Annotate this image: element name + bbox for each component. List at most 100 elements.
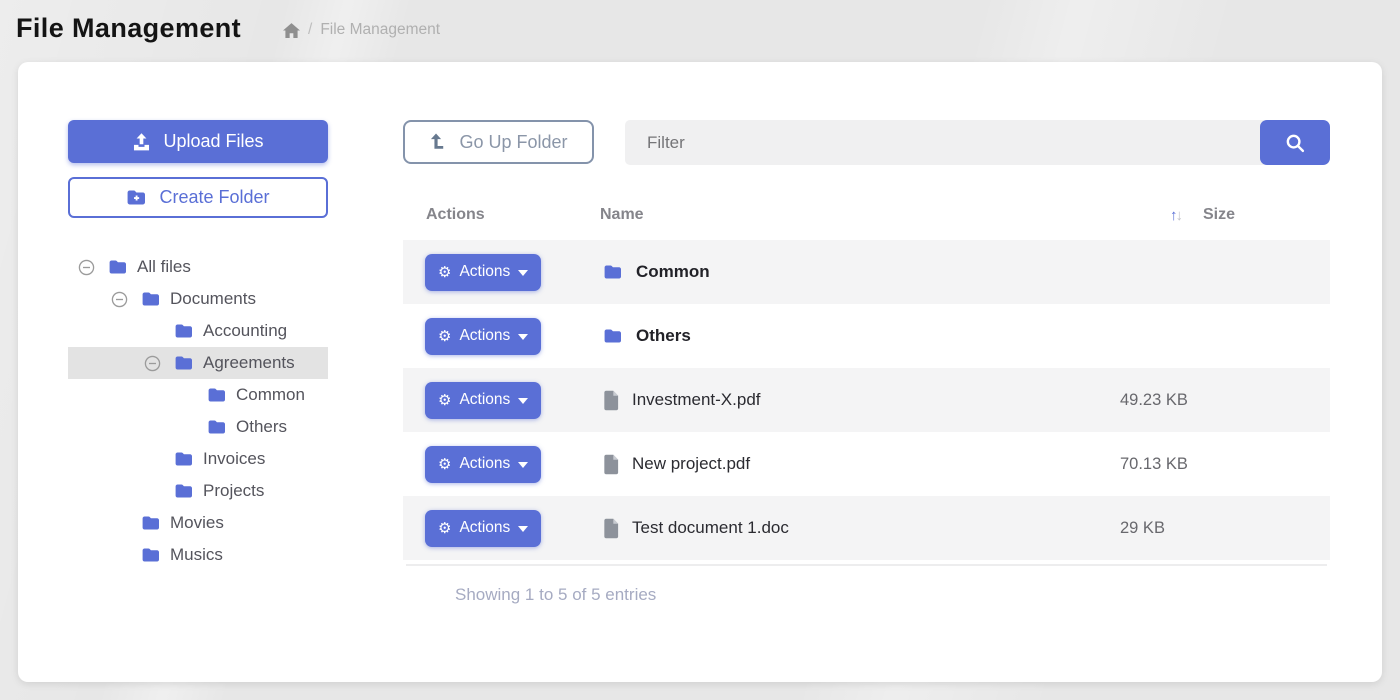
gear-icon: ⚙ [438, 393, 451, 408]
row-size: 49.23 KB [1118, 391, 1330, 410]
row-actions-button[interactable]: ⚙ Actions [425, 254, 541, 291]
folder-icon [207, 419, 227, 435]
main-panel: Go Up Folder Actions Name ↑↓ [403, 120, 1330, 605]
tree-item-label: Others [236, 417, 287, 437]
folder-icon [603, 264, 623, 280]
tree-item-musics[interactable]: Musics [68, 539, 328, 571]
tree-item-label: Projects [203, 481, 264, 501]
collapse-icon [144, 451, 174, 468]
folder-icon [174, 451, 194, 467]
collapse-icon[interactable] [111, 291, 141, 308]
collapse-icon [111, 515, 141, 532]
upload-files-button[interactable]: Upload Files [68, 120, 328, 163]
folder-icon [141, 547, 161, 563]
collapse-icon [177, 387, 207, 404]
toolbar: Go Up Folder [403, 120, 1330, 165]
table-row: ⚙ Actions Others [403, 304, 1330, 368]
table-body: ⚙ Actions Common ⚙ Actions [403, 240, 1330, 564]
gear-icon: ⚙ [438, 329, 451, 344]
folder-icon [108, 259, 128, 275]
tree-item-movies[interactable]: Movies [68, 507, 328, 539]
table-row: ⚙ Actions Common [403, 240, 1330, 304]
create-folder-button[interactable]: Create Folder [68, 177, 328, 218]
caret-down-icon [518, 270, 528, 276]
collapse-icon [111, 547, 141, 564]
collapse-icon[interactable] [78, 259, 108, 276]
file-icon [603, 518, 619, 539]
tree-item-documents[interactable]: Documents [68, 283, 328, 315]
tree-item-others[interactable]: Others [68, 411, 328, 443]
collapse-icon[interactable] [144, 355, 174, 372]
tree-item-common[interactable]: Common [68, 379, 328, 411]
row-actions-button[interactable]: ⚙ Actions [425, 318, 541, 355]
folder-icon [603, 328, 623, 344]
row-name[interactable]: New project.pdf [632, 454, 750, 474]
folder-icon [141, 291, 161, 307]
row-size: 29 KB [1118, 519, 1330, 538]
collapse-icon [144, 323, 174, 340]
header-size[interactable]: ↑↓ Size [1118, 206, 1330, 224]
header-actions: Actions [403, 206, 600, 224]
create-folder-label: Create Folder [159, 187, 269, 208]
row-name[interactable]: Others [636, 326, 691, 346]
filter-input[interactable] [625, 120, 1264, 165]
gear-icon: ⚙ [438, 457, 451, 472]
row-name[interactable]: Investment-X.pdf [632, 390, 761, 410]
upload-icon [132, 133, 151, 151]
tree-item-label: Invoices [203, 449, 265, 469]
table-row: ⚙ Actions Investment-X.pdf 49.23 KB [403, 368, 1330, 432]
file-manager-card: Upload Files Create Folder All files [18, 62, 1382, 682]
tree-item-accounting[interactable]: Accounting [68, 315, 328, 347]
tree-item-label: Agreements [203, 353, 295, 373]
table-footer-info: Showing 1 to 5 of 5 entries [455, 585, 1330, 605]
table-header: Actions Name ↑↓ Size [403, 190, 1330, 240]
table-row: ⚙ Actions Test document 1.doc 29 KB [403, 496, 1330, 560]
folder-plus-icon [126, 189, 147, 206]
go-up-folder-button[interactable]: Go Up Folder [403, 120, 594, 164]
row-name[interactable]: Common [636, 262, 710, 282]
caret-down-icon [518, 462, 528, 468]
sort-icon[interactable]: ↑↓ [1170, 207, 1181, 224]
folder-icon [174, 483, 194, 499]
breadcrumb: / File Management [283, 21, 440, 39]
folder-icon [174, 323, 194, 339]
tree-item-all-files[interactable]: All files [68, 251, 328, 283]
page-title: File Management [16, 13, 241, 44]
tree-item-agreements[interactable]: Agreements [68, 347, 328, 379]
tree-item-label: Accounting [203, 321, 287, 341]
folder-tree: All files Documents Accounting [68, 251, 328, 571]
breadcrumb-current: File Management [320, 21, 440, 39]
tree-item-projects[interactable]: Projects [68, 475, 328, 507]
search-button[interactable] [1260, 120, 1330, 165]
tree-item-label: Documents [170, 289, 256, 309]
table-row: ⚙ Actions New project.pdf 70.13 KB [403, 432, 1330, 496]
search-icon [1284, 132, 1306, 154]
level-up-icon [429, 133, 446, 151]
breadcrumb-separator: / [308, 21, 312, 39]
row-actions-button[interactable]: ⚙ Actions [425, 446, 541, 483]
folder-icon [207, 387, 227, 403]
header-name[interactable]: Name [600, 206, 1118, 224]
tree-item-label: Common [236, 385, 305, 405]
folder-icon [141, 515, 161, 531]
header-size-label: Size [1203, 206, 1235, 224]
row-actions-button[interactable]: ⚙ Actions [425, 510, 541, 547]
filter-group [625, 120, 1330, 165]
gear-icon: ⚙ [438, 521, 451, 536]
collapse-icon [144, 483, 174, 500]
gear-icon: ⚙ [438, 265, 451, 280]
home-icon[interactable] [283, 23, 300, 38]
tree-item-label: All files [137, 257, 191, 277]
caret-down-icon [518, 334, 528, 340]
tree-item-invoices[interactable]: Invoices [68, 443, 328, 475]
tree-item-label: Musics [170, 545, 223, 565]
collapse-icon [177, 419, 207, 436]
row-actions-button[interactable]: ⚙ Actions [425, 382, 541, 419]
row-name[interactable]: Test document 1.doc [632, 518, 789, 538]
caret-down-icon [518, 526, 528, 532]
upload-files-label: Upload Files [163, 131, 263, 152]
folder-icon [174, 355, 194, 371]
go-up-folder-label: Go Up Folder [459, 132, 567, 153]
file-icon [603, 390, 619, 411]
caret-down-icon [518, 398, 528, 404]
